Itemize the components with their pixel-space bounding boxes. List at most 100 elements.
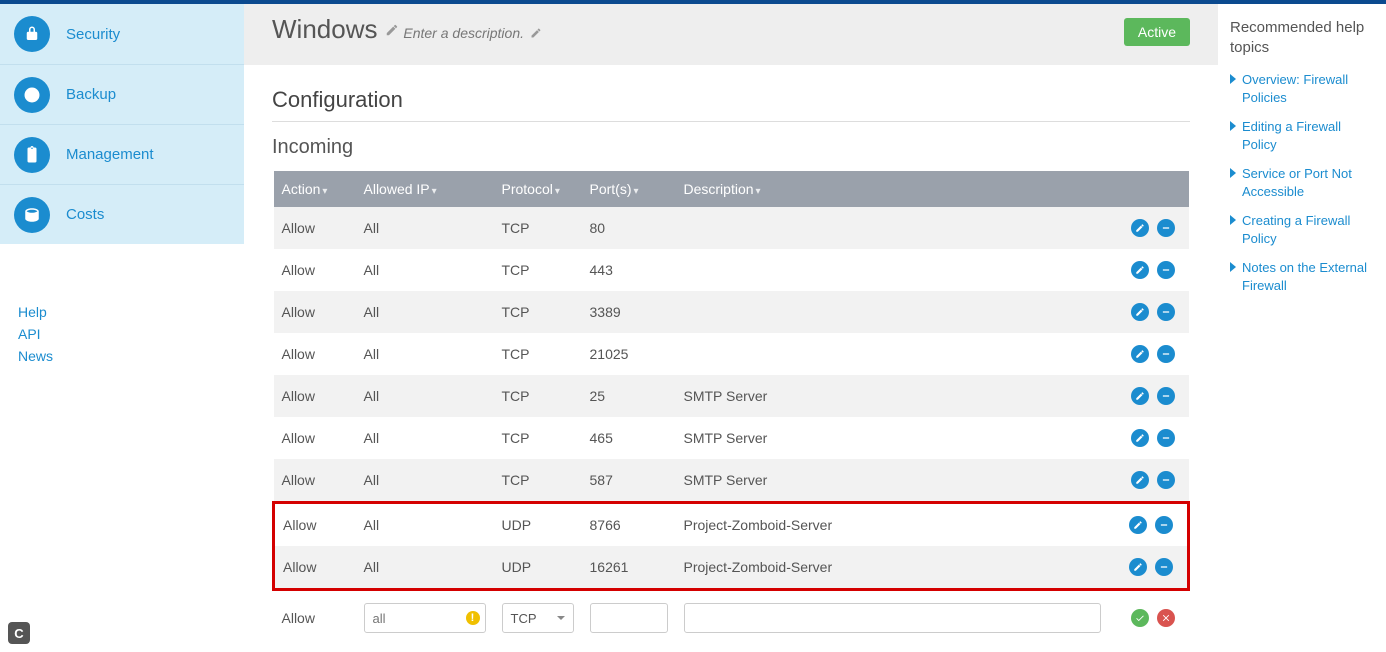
edit-rule-button[interactable] — [1131, 429, 1149, 447]
page-title: Windows — [272, 14, 377, 45]
cell-description — [676, 249, 1109, 291]
help-link[interactable]: Service or Port Not Accessible — [1230, 165, 1378, 200]
help-link-label: Editing a Firewall Policy — [1242, 118, 1378, 153]
chevron-right-icon — [1230, 121, 1236, 131]
cell-action: Allow — [274, 590, 356, 646]
cell-ports: 8766 — [582, 503, 676, 547]
configuration-title: Configuration — [272, 87, 1190, 122]
chevron-right-icon — [1230, 74, 1236, 84]
delete-rule-button[interactable] — [1155, 558, 1173, 576]
cell-action: Allow — [274, 249, 356, 291]
cell-description: SMTP Server — [676, 375, 1109, 417]
table-row: AllowAllTCP25SMTP Server — [274, 375, 1189, 417]
cookie-badge[interactable]: C — [8, 622, 30, 644]
cell-action: Allow — [274, 291, 356, 333]
chevron-right-icon — [1230, 215, 1236, 225]
cell-action: Allow — [274, 503, 356, 547]
delete-rule-button[interactable] — [1157, 345, 1175, 363]
edit-rule-button[interactable] — [1131, 303, 1149, 321]
sidebar-link-news[interactable]: News — [18, 348, 244, 364]
cell-protocol: TCP — [494, 375, 582, 417]
delete-rule-button[interactable] — [1157, 261, 1175, 279]
sidebar-item-management[interactable]: Management — [0, 124, 244, 184]
sidebar-link-help[interactable]: Help — [18, 304, 244, 320]
edit-rule-button[interactable] — [1129, 516, 1147, 534]
main: Windows Enter a description. Active Conf… — [244, 4, 1218, 652]
delete-rule-button[interactable] — [1157, 429, 1175, 447]
sidebar-item-label: Management — [66, 146, 154, 163]
status-badge[interactable]: Active — [1124, 18, 1190, 46]
cell-action: Allow — [274, 375, 356, 417]
cell-protocol: TCP — [494, 291, 582, 333]
table-row: AllowAllUDP16261Project-Zomboid-Server — [274, 546, 1189, 590]
col-ports[interactable]: Port(s)▾ — [582, 171, 676, 207]
page-description-placeholder[interactable]: Enter a description. — [403, 25, 524, 41]
edit-rule-button[interactable] — [1129, 558, 1147, 576]
cell-protocol: UDP — [494, 546, 582, 590]
sidebar-item-label: Security — [66, 26, 120, 43]
confirm-rule-button[interactable] — [1131, 609, 1149, 627]
delete-rule-button[interactable] — [1155, 516, 1173, 534]
cell-ip: All — [356, 503, 494, 547]
ports-input[interactable] — [590, 603, 668, 633]
sidebar-item-label: Backup — [66, 86, 116, 103]
delete-rule-button[interactable] — [1157, 387, 1175, 405]
cell-protocol: TCP — [494, 207, 582, 249]
cell-ports: 465 — [582, 417, 676, 459]
cell-ports: 587 — [582, 459, 676, 503]
sidebar-link-api[interactable]: API — [18, 326, 244, 342]
help-link[interactable]: Editing a Firewall Policy — [1230, 118, 1378, 153]
clock-icon — [14, 77, 50, 113]
sidebar-item-security[interactable]: Security — [0, 4, 244, 64]
sidebar: Security Backup Management Costs Help API New… — [0, 4, 244, 652]
chevron-right-icon — [1230, 262, 1236, 272]
cell-ports: 3389 — [582, 291, 676, 333]
help-link-label: Service or Port Not Accessible — [1242, 165, 1378, 200]
delete-rule-button[interactable] — [1157, 471, 1175, 489]
cell-action: Allow — [274, 417, 356, 459]
cell-description — [676, 291, 1109, 333]
help-link[interactable]: Notes on the External Firewall — [1230, 259, 1378, 294]
sidebar-item-backup[interactable]: Backup — [0, 64, 244, 124]
protocol-select[interactable]: TCP — [502, 603, 574, 633]
help-link[interactable]: Creating a Firewall Policy — [1230, 212, 1378, 247]
edit-title-icon[interactable] — [385, 23, 399, 37]
sidebar-item-costs[interactable]: Costs — [0, 184, 244, 244]
cell-protocol: UDP — [494, 503, 582, 547]
cell-ports: 443 — [582, 249, 676, 291]
edit-rule-button[interactable] — [1131, 219, 1149, 237]
edit-rule-button[interactable] — [1131, 471, 1149, 489]
col-allowed-ip[interactable]: Allowed IP▾ — [356, 171, 494, 207]
help-panel: Recommended help topics Overview: Firewa… — [1218, 4, 1386, 652]
cell-description: SMTP Server — [676, 417, 1109, 459]
firewall-table: Action▾ Allowed IP▾ Protocol▾ Port(s)▾ D… — [272, 171, 1190, 645]
cell-action: Allow — [274, 207, 356, 249]
col-description[interactable]: Description▾ — [676, 171, 1109, 207]
edit-description-icon[interactable] — [530, 27, 542, 39]
clipboard-icon — [14, 137, 50, 173]
help-link[interactable]: Overview: Firewall Policies — [1230, 71, 1378, 106]
edit-rule-button[interactable] — [1131, 345, 1149, 363]
cell-ip: All — [356, 207, 494, 249]
col-action[interactable]: Action▾ — [274, 171, 356, 207]
edit-rule-button[interactable] — [1131, 261, 1149, 279]
table-row: AllowAllTCP80 — [274, 207, 1189, 249]
delete-rule-button[interactable] — [1157, 303, 1175, 321]
delete-rule-button[interactable] — [1157, 219, 1175, 237]
cancel-rule-button[interactable] — [1157, 609, 1175, 627]
table-row: AllowAllTCP21025 — [274, 333, 1189, 375]
description-input[interactable] — [684, 603, 1101, 633]
cell-description: Project-Zomboid-Server — [676, 546, 1109, 590]
cell-ip: All — [356, 417, 494, 459]
col-protocol[interactable]: Protocol▾ — [494, 171, 582, 207]
table-row: AllowAllTCP465SMTP Server — [274, 417, 1189, 459]
cell-description: Project-Zomboid-Server — [676, 503, 1109, 547]
table-row: AllowAllTCP587SMTP Server — [274, 459, 1189, 503]
incoming-title: Incoming — [272, 136, 1190, 159]
sidebar-item-label: Costs — [66, 206, 104, 223]
edit-rule-button[interactable] — [1131, 387, 1149, 405]
cell-protocol: TCP — [494, 333, 582, 375]
cell-protocol: TCP — [494, 459, 582, 503]
cell-ip: All — [356, 333, 494, 375]
coins-icon — [14, 197, 50, 233]
